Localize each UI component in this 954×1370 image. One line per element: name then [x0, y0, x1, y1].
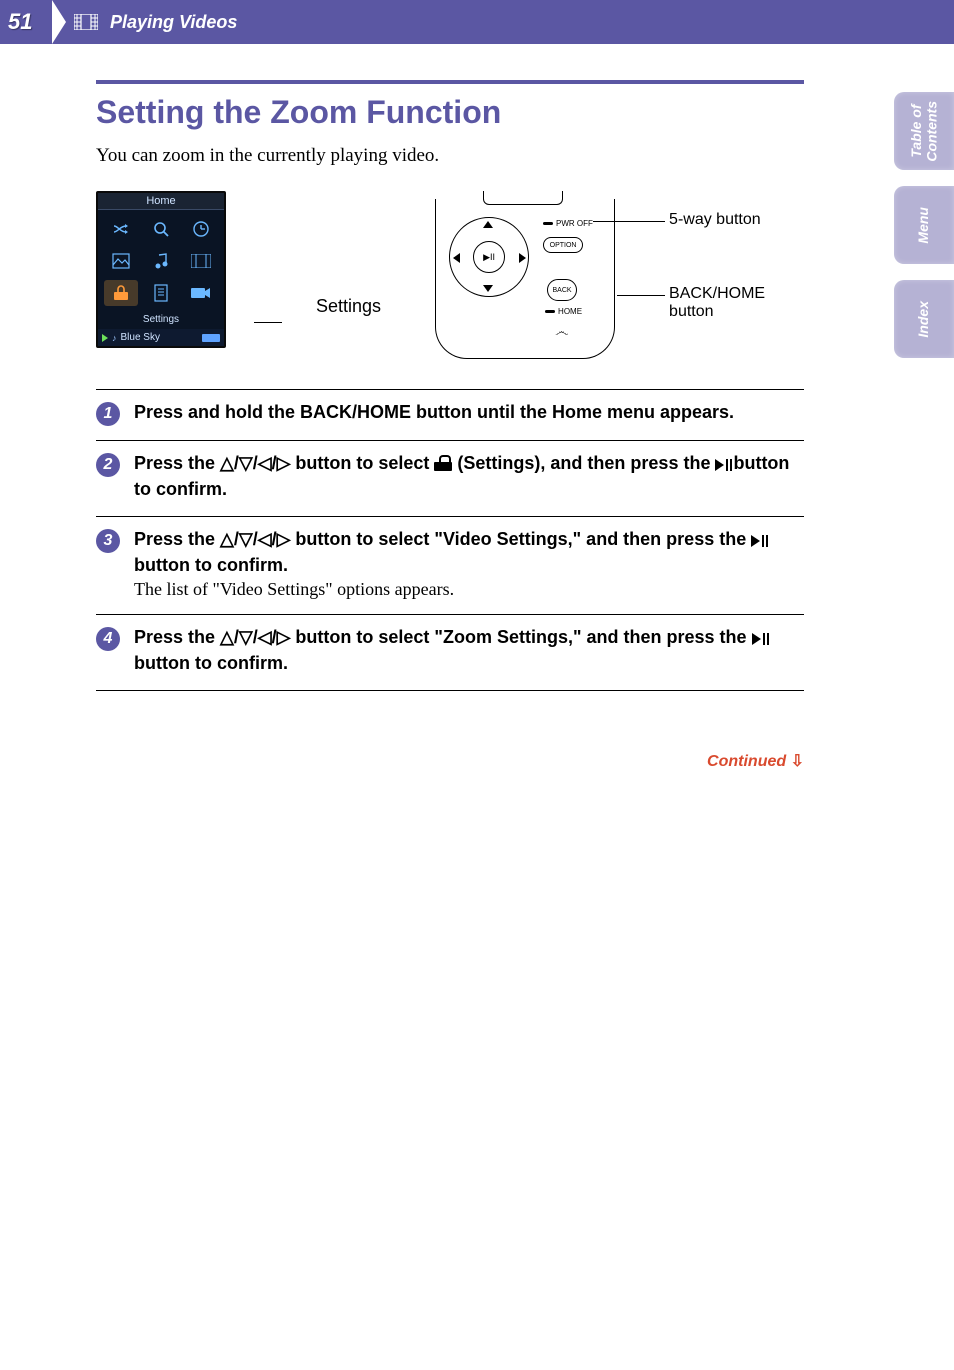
tab-table-of-contents[interactable]: Table of Contents [894, 92, 954, 170]
page-header: 51 Playing Videos [0, 0, 954, 44]
step-divider [96, 389, 804, 390]
device-home-screen: Home Settings ♪ Blue Sky [96, 191, 226, 348]
pwr-off-label: PWR OFF [543, 219, 593, 228]
step-divider [96, 690, 804, 691]
play-indicator-icon [102, 334, 108, 342]
now-playing-icon [184, 280, 218, 306]
step-number-badge: 1 [96, 402, 120, 426]
dpad-arrows-icon: △/▽/◁/▷ [220, 529, 290, 549]
clock-icon [184, 216, 218, 242]
play-pause-icon [715, 453, 728, 477]
step-number-badge: 2 [96, 453, 120, 477]
search-icon [144, 216, 178, 242]
playlist-icon [144, 280, 178, 306]
step-3: 3 Press the △/▽/◁/▷ button to select "Vi… [96, 527, 804, 615]
film-strip-icon [74, 14, 98, 30]
settings-icon [104, 280, 138, 306]
step-divider [96, 440, 804, 441]
tab-label: Index [916, 301, 931, 338]
device-screen-title: Home [98, 193, 224, 210]
device-selected-label: Settings [98, 312, 224, 329]
up-arrow-icon [483, 221, 493, 228]
music-note-icon: ♪ [112, 333, 117, 343]
callout-line [260, 246, 282, 306]
music-icon [144, 248, 178, 274]
tab-label: Menu [916, 207, 931, 244]
shuffle-icon [104, 216, 138, 242]
left-arrow-icon [453, 253, 460, 263]
settings-toolbox-icon [434, 457, 452, 471]
step-2-text: Press the △/▽/◁/▷ button to select (Sett… [134, 451, 804, 502]
step-divider [96, 516, 804, 517]
battery-icon [202, 334, 220, 342]
tab-index[interactable]: Index [894, 280, 954, 358]
step-2: 2 Press the △/▽/◁/▷ button to select (Se… [96, 451, 804, 516]
step-3-text: Press the △/▽/◁/▷ button to select "Vide… [134, 527, 804, 578]
section-title: Playing Videos [110, 12, 237, 33]
intro-text: You can zoom in the currently playing vi… [96, 145, 804, 167]
step-4: 4 Press the △/▽/◁/▷ button to select "Zo… [96, 625, 804, 690]
page-title: Setting the Zoom Function [96, 94, 804, 131]
side-tabs: Table of Contents Menu Index [894, 92, 954, 358]
settings-callout: Settings [316, 236, 381, 317]
speaker-icon: ෴ [555, 323, 568, 340]
step-3-detail: The list of "Video Settings" options app… [134, 579, 804, 600]
home-label: HOME [545, 307, 582, 316]
step-4-text: Press the △/▽/◁/▷ button to select "Zoom… [134, 625, 804, 676]
steps-list: 1 Press and hold the BACK/HOME button un… [96, 389, 804, 691]
step-1-text: Press and hold the BACK/HOME button unti… [134, 400, 804, 424]
diagram-row: Home Settings ♪ Blue Sky Settings [96, 191, 804, 361]
tab-label: Table of Contents [909, 101, 940, 162]
play-pause-icon [751, 529, 764, 553]
option-button-icon: OPTION [543, 237, 583, 253]
down-arrow-icon [483, 285, 493, 292]
callout-five-way: 5-way button [669, 211, 761, 229]
dpad-arrows-icon: △/▽/◁/▷ [220, 627, 290, 647]
callout-back-home: BACK/HOME button [669, 285, 765, 322]
page-number: 51 [8, 9, 52, 35]
continued-indicator: Continued [96, 751, 804, 771]
dpad-arrows-icon: △/▽/◁/▷ [220, 453, 290, 473]
right-arrow-icon [519, 253, 526, 263]
step-number-badge: 3 [96, 529, 120, 553]
step-1: 1 Press and hold the BACK/HOME button un… [96, 400, 804, 440]
content-area: Setting the Zoom Function You can zoom i… [0, 44, 954, 771]
title-rule [96, 80, 804, 84]
play-pause-icon [752, 627, 765, 651]
device-controls-diagram: ▶II PWR OFF OPTION BACK HOME ෴ [435, 191, 635, 361]
device-footer: ♪ Blue Sky [98, 329, 224, 346]
now-playing-track: Blue Sky [121, 332, 160, 343]
photo-icon [104, 248, 138, 274]
tab-menu[interactable]: Menu [894, 186, 954, 264]
step-number-badge: 4 [96, 627, 120, 651]
step-divider [96, 614, 804, 615]
play-pause-button-icon: ▶II [473, 241, 505, 273]
back-button-icon: BACK [547, 279, 577, 301]
header-divider-icon [52, 0, 66, 44]
video-icon [184, 248, 218, 274]
